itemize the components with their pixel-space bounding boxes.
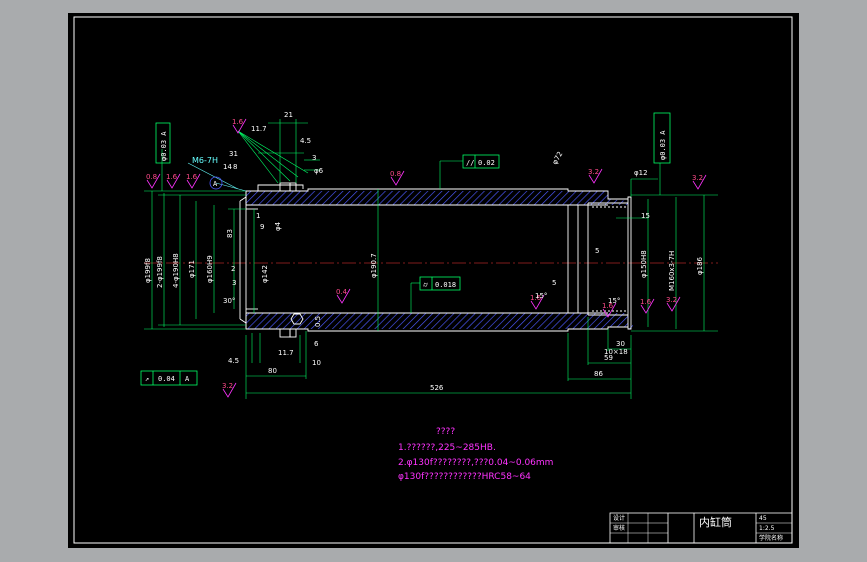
roughness-value: 1.6: [232, 118, 244, 126]
dim-left-1: 1: [256, 212, 260, 220]
dim-d10: M160x3-7H: [668, 251, 676, 291]
roughness-value: 3.2: [222, 382, 233, 390]
roughness-value: 0.8: [146, 173, 157, 181]
title-cell-scale: 1:2.5: [759, 525, 775, 532]
dim-d6: φ142: [261, 265, 269, 283]
frame-runout-datum: A: [185, 375, 190, 383]
thread-depth-sub: 8: [233, 163, 237, 171]
dim-top-3: 3: [312, 154, 316, 162]
dim-left-10: 10: [312, 359, 321, 367]
notes-line-1: 1.??????,225~285HB.: [398, 443, 496, 453]
thread-callout: M6-7H: [192, 156, 218, 165]
frame-cylindricity: 0.018: [435, 281, 456, 289]
svg-text:↗: ↗: [145, 375, 149, 383]
dim-d9: φ150H8: [640, 250, 648, 278]
dim-d12: φ12: [634, 169, 648, 177]
dim-right-86: 86: [594, 370, 603, 378]
dim-d1: φ199f8: [144, 258, 152, 283]
roughness-value: 1.6: [186, 173, 198, 181]
dim-right-30: 30: [616, 340, 625, 348]
dim-right-5b: 5: [552, 279, 556, 287]
frame-concentricity-right: φ0.03 A: [659, 130, 667, 160]
frame-runout: 0.04: [158, 375, 175, 383]
part-name: 内缸筒: [699, 515, 732, 529]
drawing-sheet: 设计 审核 内缸筒 45 1:2.5 学院名称 φ0.03 A φ0.03 A …: [68, 13, 799, 548]
dim-left-80: 80: [268, 367, 277, 375]
diameter-labels: φ199f8 2-φ199f8 4-φ190H8 φ171 φ160H9 φ14…: [144, 150, 704, 291]
dim-right-15: 15: [641, 212, 650, 220]
dim-d3: 4-φ190H8: [172, 253, 180, 288]
upper-wall-hatch: [246, 191, 628, 205]
dim-left-83: 83: [226, 229, 234, 238]
cad-drawing-canvas: 设计 审核 内缸筒 45 1:2.5 学院名称 φ0.03 A φ0.03 A …: [73, 16, 793, 544]
dim-left-0-5: 0.5: [314, 316, 322, 327]
roughness-value: 1.6: [166, 173, 178, 181]
dim-left-2: 2: [231, 265, 235, 273]
dim-d8: φ190.7: [370, 253, 378, 278]
dim-bottom-11-7: 11.7: [278, 349, 294, 357]
lower-wall-hatch: [246, 313, 628, 329]
frame-parallelism: 0.02: [478, 159, 495, 167]
title-cell-designer: 设计: [613, 514, 625, 522]
dim-d7: φ4: [274, 221, 282, 231]
dim-right-5a: 5: [595, 247, 599, 255]
dim-angle-15a: 15°: [535, 292, 547, 300]
title-cell-reviewer: 审核: [613, 524, 625, 532]
roughness-value: 0.8: [390, 170, 401, 178]
svg-text://: //: [466, 159, 474, 167]
dim-left-9: 9: [260, 223, 264, 231]
dim-d4: φ171: [188, 260, 196, 278]
title-cell-material: 45: [759, 515, 767, 522]
dim-top-21: 21: [284, 111, 293, 119]
roughness-value: 1.6: [640, 298, 652, 306]
dim-right-10x18: 10×18: [604, 348, 628, 356]
dim-d5: φ160H9: [206, 255, 214, 283]
roughness-value: 0.4: [336, 288, 348, 296]
roughness-value: 3.2: [666, 296, 677, 304]
datum-bubble: A: [213, 180, 218, 188]
dim-angle-15b: 15°: [608, 297, 620, 305]
dim-left-6: 6: [314, 340, 319, 348]
svg-text:⌭: ⌭: [423, 281, 428, 289]
dim-d14: φ72: [551, 150, 565, 166]
dim-d13: φ6: [314, 167, 324, 175]
dim-d11: φ186: [696, 256, 704, 275]
tolerance-frames: φ0.03 A φ0.03 A // 0.02 ⌭ 0.018 ↗ 0.04 A…: [140, 112, 671, 386]
notes-line-3: φ130f????????????HRC58~64: [398, 472, 531, 482]
dim-d2: 2-φ199f8: [156, 256, 164, 288]
frame-concentricity-left: φ0.03 A: [160, 131, 168, 161]
dim-bottom-4-5: 4.5: [228, 357, 239, 365]
title-cell-code: 学院名称: [759, 534, 783, 542]
notes-heading: ????: [436, 427, 455, 437]
roughness-value: 3.2: [692, 174, 703, 182]
dim-top-4-5: 4.5: [300, 137, 311, 145]
dim-overall: 526: [430, 384, 444, 392]
dim-angle-30: 30°: [223, 297, 235, 305]
dim-left-3: 3: [232, 279, 236, 287]
title-block: 设计 审核 内缸筒 45 1:2.5 学院名称: [609, 512, 793, 544]
technical-notes: ???? 1.??????,225~285HB. 2.φ130f????????…: [398, 427, 553, 482]
dim-top-11-7: 11.7: [251, 125, 267, 133]
dim-top-31: 31: [229, 150, 238, 158]
notes-line-2: 2.φ130f????????,???0.04~0.06mm: [398, 458, 553, 468]
thread-depth: 14: [223, 163, 232, 171]
roughness-value: 3.2: [588, 168, 599, 176]
